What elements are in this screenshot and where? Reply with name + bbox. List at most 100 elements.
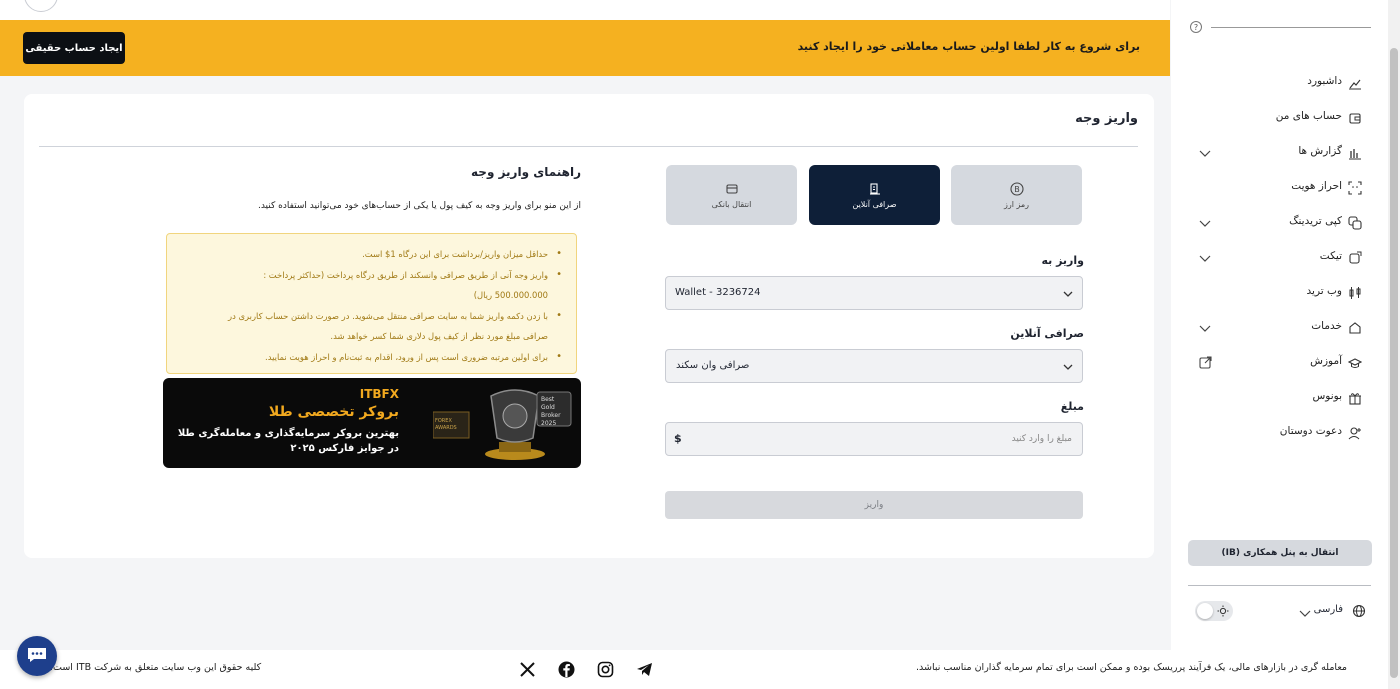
notice-item: با زدن دکمه واریز شما به سایت صرافی منتق… xyxy=(177,306,562,327)
notice-item-continued: 500.000.000 ریال) xyxy=(473,290,548,300)
scroll-thumb[interactable] xyxy=(1390,48,1398,678)
notice-list: حداقل میزان واریز/برداشت برای این درگاه … xyxy=(177,244,562,367)
sidebar-item-reports[interactable]: گزارش ها xyxy=(1171,136,1388,170)
chevron-down-icon xyxy=(1199,218,1211,228)
external-link-icon xyxy=(1199,356,1212,369)
candles-icon xyxy=(1348,286,1362,300)
sidebar-item-label: خدمات xyxy=(1311,320,1342,332)
promo-headline: بروکر تخصصی طلا xyxy=(268,404,399,420)
tab-crypto[interactable]: B رمز ارز xyxy=(951,165,1082,225)
amount-label: مبلغ xyxy=(1060,400,1084,413)
scrollbar[interactable] xyxy=(1388,0,1400,689)
notice-item-continued: صرافی مبلغ مورد نظر از کیف پول دلاری شما… xyxy=(330,331,548,341)
deposit-to-label: واریز به xyxy=(1041,254,1084,267)
wallet-icon xyxy=(1348,111,1362,125)
sidebar: ? داشبورد حساب های من گزارش ها احراز هوی… xyxy=(1171,0,1388,650)
promo-line: بهترین بروکر سرمایه‌گذاری و معامله‌گری ط… xyxy=(177,428,399,439)
sun-icon xyxy=(1217,605,1229,617)
award-trophy-icon: Best Gold Broker 2025 FOREX AWARDS xyxy=(432,386,573,462)
onboarding-banner: برای شروع به کار لطفا اولین حساب معاملات… xyxy=(0,20,1170,76)
gift-icon xyxy=(1348,391,1362,405)
award-label: Best Gold Broker 2025 xyxy=(541,396,561,427)
invite-icon xyxy=(1348,426,1362,440)
tab-online-exchange[interactable]: صرافی آنلاین xyxy=(809,165,940,225)
svg-text:B: B xyxy=(1014,185,1020,194)
sidebar-item-dashboard[interactable]: داشبورد xyxy=(1171,66,1388,100)
bank-card-icon xyxy=(725,182,739,196)
exchange-value: صرافی وان سکند xyxy=(676,360,750,371)
sidebar-item-label: آموزش xyxy=(1310,355,1342,367)
amount-input[interactable]: مبلغ را وارد کنید $ xyxy=(665,422,1083,456)
ticket-icon xyxy=(1348,251,1362,265)
deposit-submit-button[interactable]: واریز xyxy=(665,491,1083,519)
sidebar-item-bonus[interactable]: بونوس xyxy=(1171,381,1388,415)
globe-icon[interactable] xyxy=(1352,604,1366,618)
divider xyxy=(1188,585,1371,586)
chevron-down-icon xyxy=(1199,323,1211,333)
bitcoin-icon: B xyxy=(1009,181,1024,196)
guide-subtitle: از این منو برای واریز وجه به کیف پول یا … xyxy=(257,201,581,211)
create-real-account-button[interactable]: ایجاد حساب حقیقی xyxy=(23,32,125,64)
promo-line: در جوایز فارکس ۲۰۲۵ xyxy=(290,443,399,454)
notice-item: حداقل میزان واریز/برداشت برای این درگاه … xyxy=(177,244,562,265)
telegram-icon[interactable] xyxy=(636,661,653,678)
currency-symbol: $ xyxy=(674,432,682,445)
sidebar-item-education[interactable]: آموزش xyxy=(1171,346,1388,380)
deposit-to-select[interactable]: Wallet - 3236724 xyxy=(665,276,1083,310)
face-id-icon xyxy=(1348,181,1362,195)
tab-label: صرافی آنلاین xyxy=(852,199,897,209)
tab-bank-transfer[interactable]: انتقال بانکی xyxy=(666,165,797,225)
language-label[interactable]: فارسی xyxy=(1314,604,1343,615)
deposit-card: واریز وجه B رمز ارز صرافی آنلاین انتقال … xyxy=(24,94,1154,558)
instagram-icon[interactable] xyxy=(597,661,614,678)
guide-title: راهنمای واریز وجه xyxy=(471,165,581,179)
footer: معامله گری در بازارهای مالی، یک فرآیند پ… xyxy=(0,650,1388,689)
chevron-down-icon xyxy=(1199,253,1211,263)
x-icon[interactable] xyxy=(519,661,536,678)
sidebar-item-services[interactable]: خدمات xyxy=(1171,311,1388,345)
avatar[interactable] xyxy=(24,0,58,12)
sidebar-item-ticket[interactable]: تیکت xyxy=(1171,241,1388,275)
services-icon xyxy=(1348,321,1362,335)
chevron-down-icon xyxy=(1199,148,1211,158)
top-strip xyxy=(0,0,1170,20)
promo-brand: ITBFX xyxy=(359,387,399,401)
notice-box: حداقل میزان واریز/برداشت برای این درگاه … xyxy=(166,233,577,374)
reports-icon xyxy=(1348,146,1362,160)
sidebar-item-webtrade[interactable]: وب ترید xyxy=(1171,276,1388,310)
tab-label: انتقال بانکی xyxy=(711,199,752,209)
sidebar-item-my-accounts[interactable]: حساب های من xyxy=(1171,101,1388,135)
page-title: واریز وجه xyxy=(1075,111,1138,126)
exchange-icon xyxy=(868,182,882,196)
chevron-down-icon xyxy=(1062,288,1074,300)
copyright: کلیه حقوق این وب سایت متعلق به شرکت ITB … xyxy=(50,662,262,673)
help-icon[interactable]: ? xyxy=(1190,21,1202,33)
exchange-label: صرافی آنلاین xyxy=(1010,327,1084,340)
sidebar-item-copy-trading[interactable]: کپی تریدینگ xyxy=(1171,206,1388,240)
divider xyxy=(39,146,1138,147)
sidebar-item-label: وب ترید xyxy=(1306,285,1342,297)
chevron-down-icon[interactable] xyxy=(1299,607,1311,617)
theme-toggle[interactable] xyxy=(1195,601,1233,621)
notice-item: واریز وجه آنی از طریق صرافی وانسکند از ط… xyxy=(177,265,562,286)
sidebar-item-label: احراز هویت xyxy=(1291,180,1342,192)
promo-banner[interactable]: ITBFX بروکر تخصصی طلا بهترین بروکر سرمای… xyxy=(163,378,581,468)
chat-support-button[interactable] xyxy=(17,636,57,676)
sidebar-item-label: گزارش ها xyxy=(1298,145,1342,157)
deposit-to-value: Wallet - 3236724 xyxy=(675,287,761,298)
facebook-icon[interactable] xyxy=(558,661,575,678)
sidebar-item-label: بونوس xyxy=(1312,390,1342,402)
sidebar-item-kyc[interactable]: احراز هویت xyxy=(1171,171,1388,205)
ib-panel-button[interactable]: انتقال به پنل همکاری (IB) xyxy=(1188,540,1372,566)
notice-text: واریز وجه آنی از طریق صرافی وانسکند از ط… xyxy=(263,269,548,280)
sidebar-item-label: دعوت دوستان xyxy=(1279,425,1342,437)
amount-placeholder: مبلغ را وارد کنید xyxy=(1011,434,1072,444)
sidebar-item-label: حساب های من xyxy=(1275,110,1342,122)
sidebar-item-label: کپی تریدینگ xyxy=(1289,215,1342,227)
risk-disclaimer: معامله گری در بازارهای مالی، یک فرآیند پ… xyxy=(916,662,1347,673)
copy-icon xyxy=(1348,216,1362,230)
sidebar-item-invite[interactable]: دعوت دوستان xyxy=(1171,416,1388,450)
sidebar-item-label: داشبورد xyxy=(1307,75,1342,87)
education-icon xyxy=(1347,356,1363,370)
exchange-select[interactable]: صرافی وان سکند xyxy=(665,349,1083,383)
